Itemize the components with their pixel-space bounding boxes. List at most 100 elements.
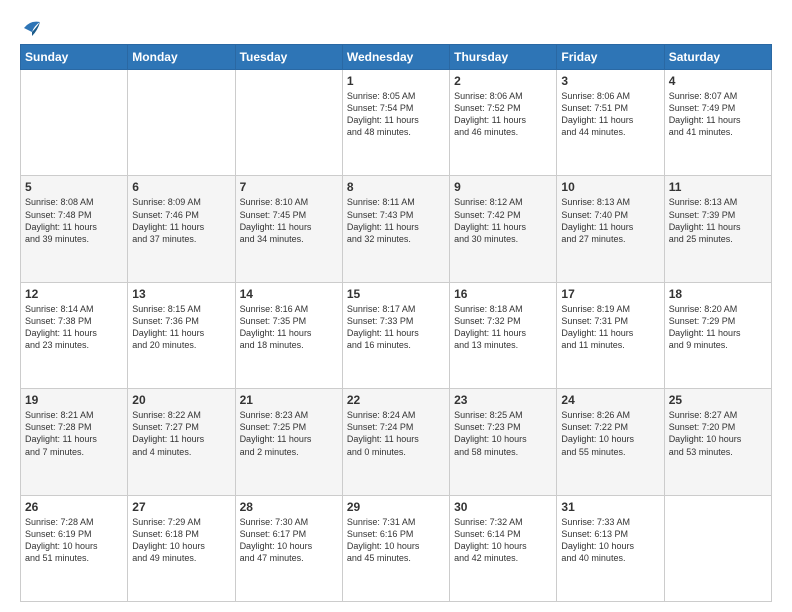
- day-info: Sunrise: 7:32 AM Sunset: 6:14 PM Dayligh…: [454, 516, 552, 565]
- calendar-cell: 14 Sunrise: 8:16 AM Sunset: 7:35 PM Dayli…: [235, 282, 342, 388]
- calendar-cell: 17 Sunrise: 8:19 AM Sunset: 7:31 PM Dayli…: [557, 282, 664, 388]
- day-number: 24: [561, 393, 659, 407]
- calendar-cell: 20 Sunrise: 8:22 AM Sunset: 7:27 PM Dayli…: [128, 389, 235, 495]
- day-number: 16: [454, 287, 552, 301]
- day-info: Sunrise: 7:30 AM Sunset: 6:17 PM Dayligh…: [240, 516, 338, 565]
- calendar-cell: 7 Sunrise: 8:10 AM Sunset: 7:45 PM Daylig…: [235, 176, 342, 282]
- day-info: Sunrise: 8:20 AM Sunset: 7:29 PM Dayligh…: [669, 303, 767, 352]
- calendar-cell: [128, 70, 235, 176]
- day-info: Sunrise: 8:06 AM Sunset: 7:52 PM Dayligh…: [454, 90, 552, 139]
- day-number: 1: [347, 74, 445, 88]
- logo: [20, 18, 42, 36]
- weekday-header-wednesday: Wednesday: [342, 45, 449, 70]
- day-number: 9: [454, 180, 552, 194]
- calendar-cell: 31 Sunrise: 7:33 AM Sunset: 6:13 PM Dayli…: [557, 495, 664, 601]
- calendar-cell: 19 Sunrise: 8:21 AM Sunset: 7:28 PM Dayli…: [21, 389, 128, 495]
- day-info: Sunrise: 8:19 AM Sunset: 7:31 PM Dayligh…: [561, 303, 659, 352]
- weekday-header-monday: Monday: [128, 45, 235, 70]
- day-number: 23: [454, 393, 552, 407]
- calendar-cell: 15Sunrise: 8:17 AM Sunset: 7:33 PM Dayli…: [342, 282, 449, 388]
- day-number: 31: [561, 500, 659, 514]
- weekday-header-tuesday: Tuesday: [235, 45, 342, 70]
- calendar-cell: 9 Sunrise: 8:12 AM Sunset: 7:42 PM Daylig…: [450, 176, 557, 282]
- day-number: 13: [132, 287, 230, 301]
- calendar-cell: 1 Sunrise: 8:05 AM Sunset: 7:54 PM Daylig…: [342, 70, 449, 176]
- day-number: 22: [347, 393, 445, 407]
- calendar-cell: 29 Sunrise: 7:31 AM Sunset: 6:16 PM Dayli…: [342, 495, 449, 601]
- calendar-cell: 30Sunrise: 7:32 AM Sunset: 6:14 PM Dayli…: [450, 495, 557, 601]
- day-number: 29: [347, 500, 445, 514]
- week-row-4: 19 Sunrise: 8:21 AM Sunset: 7:28 PM Dayli…: [21, 389, 772, 495]
- calendar-cell: 23Sunrise: 8:25 AM Sunset: 7:23 PM Dayli…: [450, 389, 557, 495]
- calendar-cell: 11 Sunrise: 8:13 AM Sunset: 7:39 PM Dayli…: [664, 176, 771, 282]
- weekday-header-sunday: Sunday: [21, 45, 128, 70]
- day-info: Sunrise: 8:24 AM Sunset: 7:24 PM Dayligh…: [347, 409, 445, 458]
- calendar-cell: 12Sunrise: 8:14 AM Sunset: 7:38 PM Dayli…: [21, 282, 128, 388]
- calendar-cell: 8 Sunrise: 8:11 AM Sunset: 7:43 PM Daylig…: [342, 176, 449, 282]
- calendar-cell: 10Sunrise: 8:13 AM Sunset: 7:40 PM Dayli…: [557, 176, 664, 282]
- day-info: Sunrise: 8:27 AM Sunset: 7:20 PM Dayligh…: [669, 409, 767, 458]
- day-number: 11: [669, 180, 767, 194]
- calendar-cell: 16Sunrise: 8:18 AM Sunset: 7:32 PM Dayli…: [450, 282, 557, 388]
- calendar-cell: 3 Sunrise: 8:06 AM Sunset: 7:51 PM Daylig…: [557, 70, 664, 176]
- day-info: Sunrise: 8:09 AM Sunset: 7:46 PM Dayligh…: [132, 196, 230, 245]
- day-info: Sunrise: 8:17 AM Sunset: 7:33 PM Dayligh…: [347, 303, 445, 352]
- day-info: Sunrise: 8:05 AM Sunset: 7:54 PM Dayligh…: [347, 90, 445, 139]
- day-info: Sunrise: 7:33 AM Sunset: 6:13 PM Dayligh…: [561, 516, 659, 565]
- day-info: Sunrise: 8:22 AM Sunset: 7:27 PM Dayligh…: [132, 409, 230, 458]
- calendar-cell: 22 Sunrise: 8:24 AM Sunset: 7:24 PM Dayli…: [342, 389, 449, 495]
- day-info: Sunrise: 8:16 AM Sunset: 7:35 PM Dayligh…: [240, 303, 338, 352]
- day-number: 8: [347, 180, 445, 194]
- day-number: 3: [561, 74, 659, 88]
- calendar-cell: 27Sunrise: 7:29 AM Sunset: 6:18 PM Dayli…: [128, 495, 235, 601]
- day-number: 12: [25, 287, 123, 301]
- day-number: 7: [240, 180, 338, 194]
- day-info: Sunrise: 8:11 AM Sunset: 7:43 PM Dayligh…: [347, 196, 445, 245]
- week-row-5: 26 Sunrise: 7:28 AM Sunset: 6:19 PM Dayli…: [21, 495, 772, 601]
- day-info: Sunrise: 8:13 AM Sunset: 7:39 PM Dayligh…: [669, 196, 767, 245]
- page: SundayMondayTuesdayWednesdayThursdayFrid…: [0, 0, 792, 612]
- day-number: 18: [669, 287, 767, 301]
- day-number: 28: [240, 500, 338, 514]
- day-info: Sunrise: 7:29 AM Sunset: 6:18 PM Dayligh…: [132, 516, 230, 565]
- logo-bird-icon: [22, 18, 42, 36]
- calendar-cell: [21, 70, 128, 176]
- day-number: 10: [561, 180, 659, 194]
- weekday-header-saturday: Saturday: [664, 45, 771, 70]
- day-number: 19: [25, 393, 123, 407]
- day-number: 21: [240, 393, 338, 407]
- calendar-cell: 24Sunrise: 8:26 AM Sunset: 7:22 PM Dayli…: [557, 389, 664, 495]
- week-row-3: 12Sunrise: 8:14 AM Sunset: 7:38 PM Dayli…: [21, 282, 772, 388]
- day-info: Sunrise: 7:31 AM Sunset: 6:16 PM Dayligh…: [347, 516, 445, 565]
- day-number: 17: [561, 287, 659, 301]
- day-number: 5: [25, 180, 123, 194]
- calendar-cell: 2 Sunrise: 8:06 AM Sunset: 7:52 PM Daylig…: [450, 70, 557, 176]
- calendar-cell: 25Sunrise: 8:27 AM Sunset: 7:20 PM Dayli…: [664, 389, 771, 495]
- week-row-2: 5 Sunrise: 8:08 AM Sunset: 7:48 PM Daylig…: [21, 176, 772, 282]
- day-number: 4: [669, 74, 767, 88]
- day-info: Sunrise: 8:21 AM Sunset: 7:28 PM Dayligh…: [25, 409, 123, 458]
- day-number: 14: [240, 287, 338, 301]
- day-number: 6: [132, 180, 230, 194]
- calendar-cell: 18 Sunrise: 8:20 AM Sunset: 7:29 PM Dayli…: [664, 282, 771, 388]
- day-info: Sunrise: 8:07 AM Sunset: 7:49 PM Dayligh…: [669, 90, 767, 139]
- header: [20, 18, 772, 36]
- calendar-cell: 26 Sunrise: 7:28 AM Sunset: 6:19 PM Dayli…: [21, 495, 128, 601]
- weekday-header-row: SundayMondayTuesdayWednesdayThursdayFrid…: [21, 45, 772, 70]
- weekday-header-friday: Friday: [557, 45, 664, 70]
- day-info: Sunrise: 8:08 AM Sunset: 7:48 PM Dayligh…: [25, 196, 123, 245]
- day-number: 26: [25, 500, 123, 514]
- calendar-cell: 21Sunrise: 8:23 AM Sunset: 7:25 PM Dayli…: [235, 389, 342, 495]
- day-number: 20: [132, 393, 230, 407]
- day-info: Sunrise: 8:10 AM Sunset: 7:45 PM Dayligh…: [240, 196, 338, 245]
- weekday-header-thursday: Thursday: [450, 45, 557, 70]
- calendar-cell: [235, 70, 342, 176]
- calendar-cell: 6 Sunrise: 8:09 AM Sunset: 7:46 PM Daylig…: [128, 176, 235, 282]
- day-info: Sunrise: 8:12 AM Sunset: 7:42 PM Dayligh…: [454, 196, 552, 245]
- calendar: SundayMondayTuesdayWednesdayThursdayFrid…: [20, 44, 772, 602]
- calendar-cell: 4 Sunrise: 8:07 AM Sunset: 7:49 PM Daylig…: [664, 70, 771, 176]
- week-row-1: 1 Sunrise: 8:05 AM Sunset: 7:54 PM Daylig…: [21, 70, 772, 176]
- day-info: Sunrise: 7:28 AM Sunset: 6:19 PM Dayligh…: [25, 516, 123, 565]
- day-number: 2: [454, 74, 552, 88]
- day-info: Sunrise: 8:06 AM Sunset: 7:51 PM Dayligh…: [561, 90, 659, 139]
